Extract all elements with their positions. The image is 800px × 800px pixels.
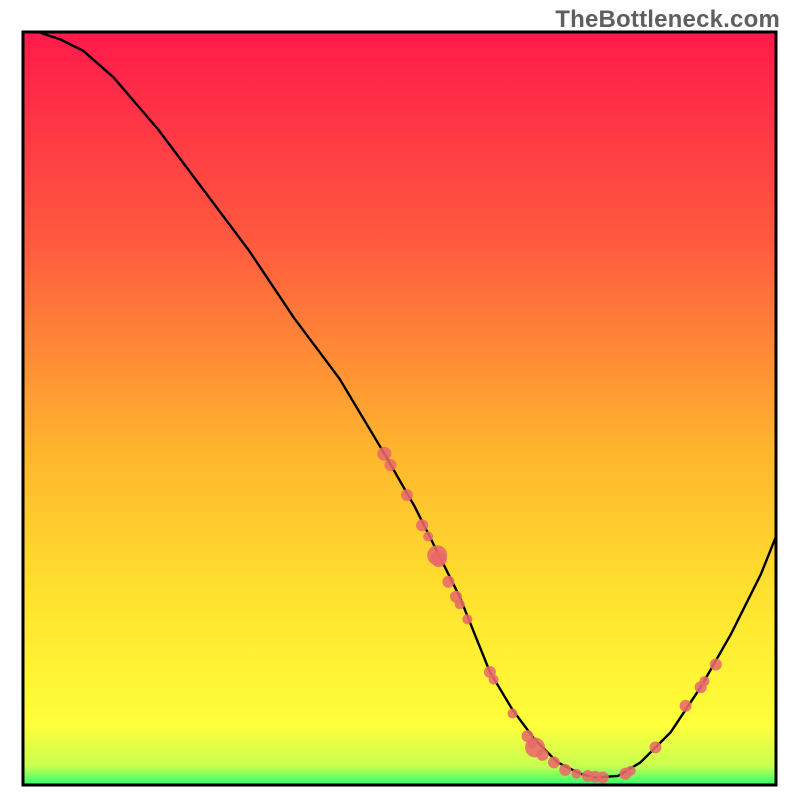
data-marker bbox=[650, 741, 662, 753]
chart-frame: TheBottleneck.com bbox=[0, 0, 800, 800]
data-marker bbox=[626, 766, 636, 776]
data-marker bbox=[462, 614, 472, 624]
data-marker bbox=[508, 709, 518, 719]
data-marker bbox=[416, 519, 428, 531]
data-marker bbox=[431, 551, 447, 567]
watermark-text: TheBottleneck.com bbox=[555, 6, 780, 34]
data-marker bbox=[455, 599, 465, 609]
data-marker bbox=[680, 700, 692, 712]
data-marker bbox=[559, 764, 571, 776]
bottleneck-chart bbox=[0, 0, 800, 800]
data-marker bbox=[489, 675, 499, 685]
data-marker bbox=[401, 489, 413, 501]
data-marker bbox=[597, 772, 609, 784]
data-marker bbox=[710, 659, 722, 671]
data-marker bbox=[537, 749, 549, 761]
data-marker bbox=[385, 459, 397, 471]
data-marker bbox=[423, 532, 433, 542]
data-marker bbox=[377, 447, 391, 461]
data-marker bbox=[572, 769, 582, 779]
data-marker bbox=[700, 676, 710, 686]
data-marker bbox=[442, 576, 454, 588]
data-marker bbox=[548, 756, 560, 768]
gradient-background bbox=[23, 32, 776, 785]
